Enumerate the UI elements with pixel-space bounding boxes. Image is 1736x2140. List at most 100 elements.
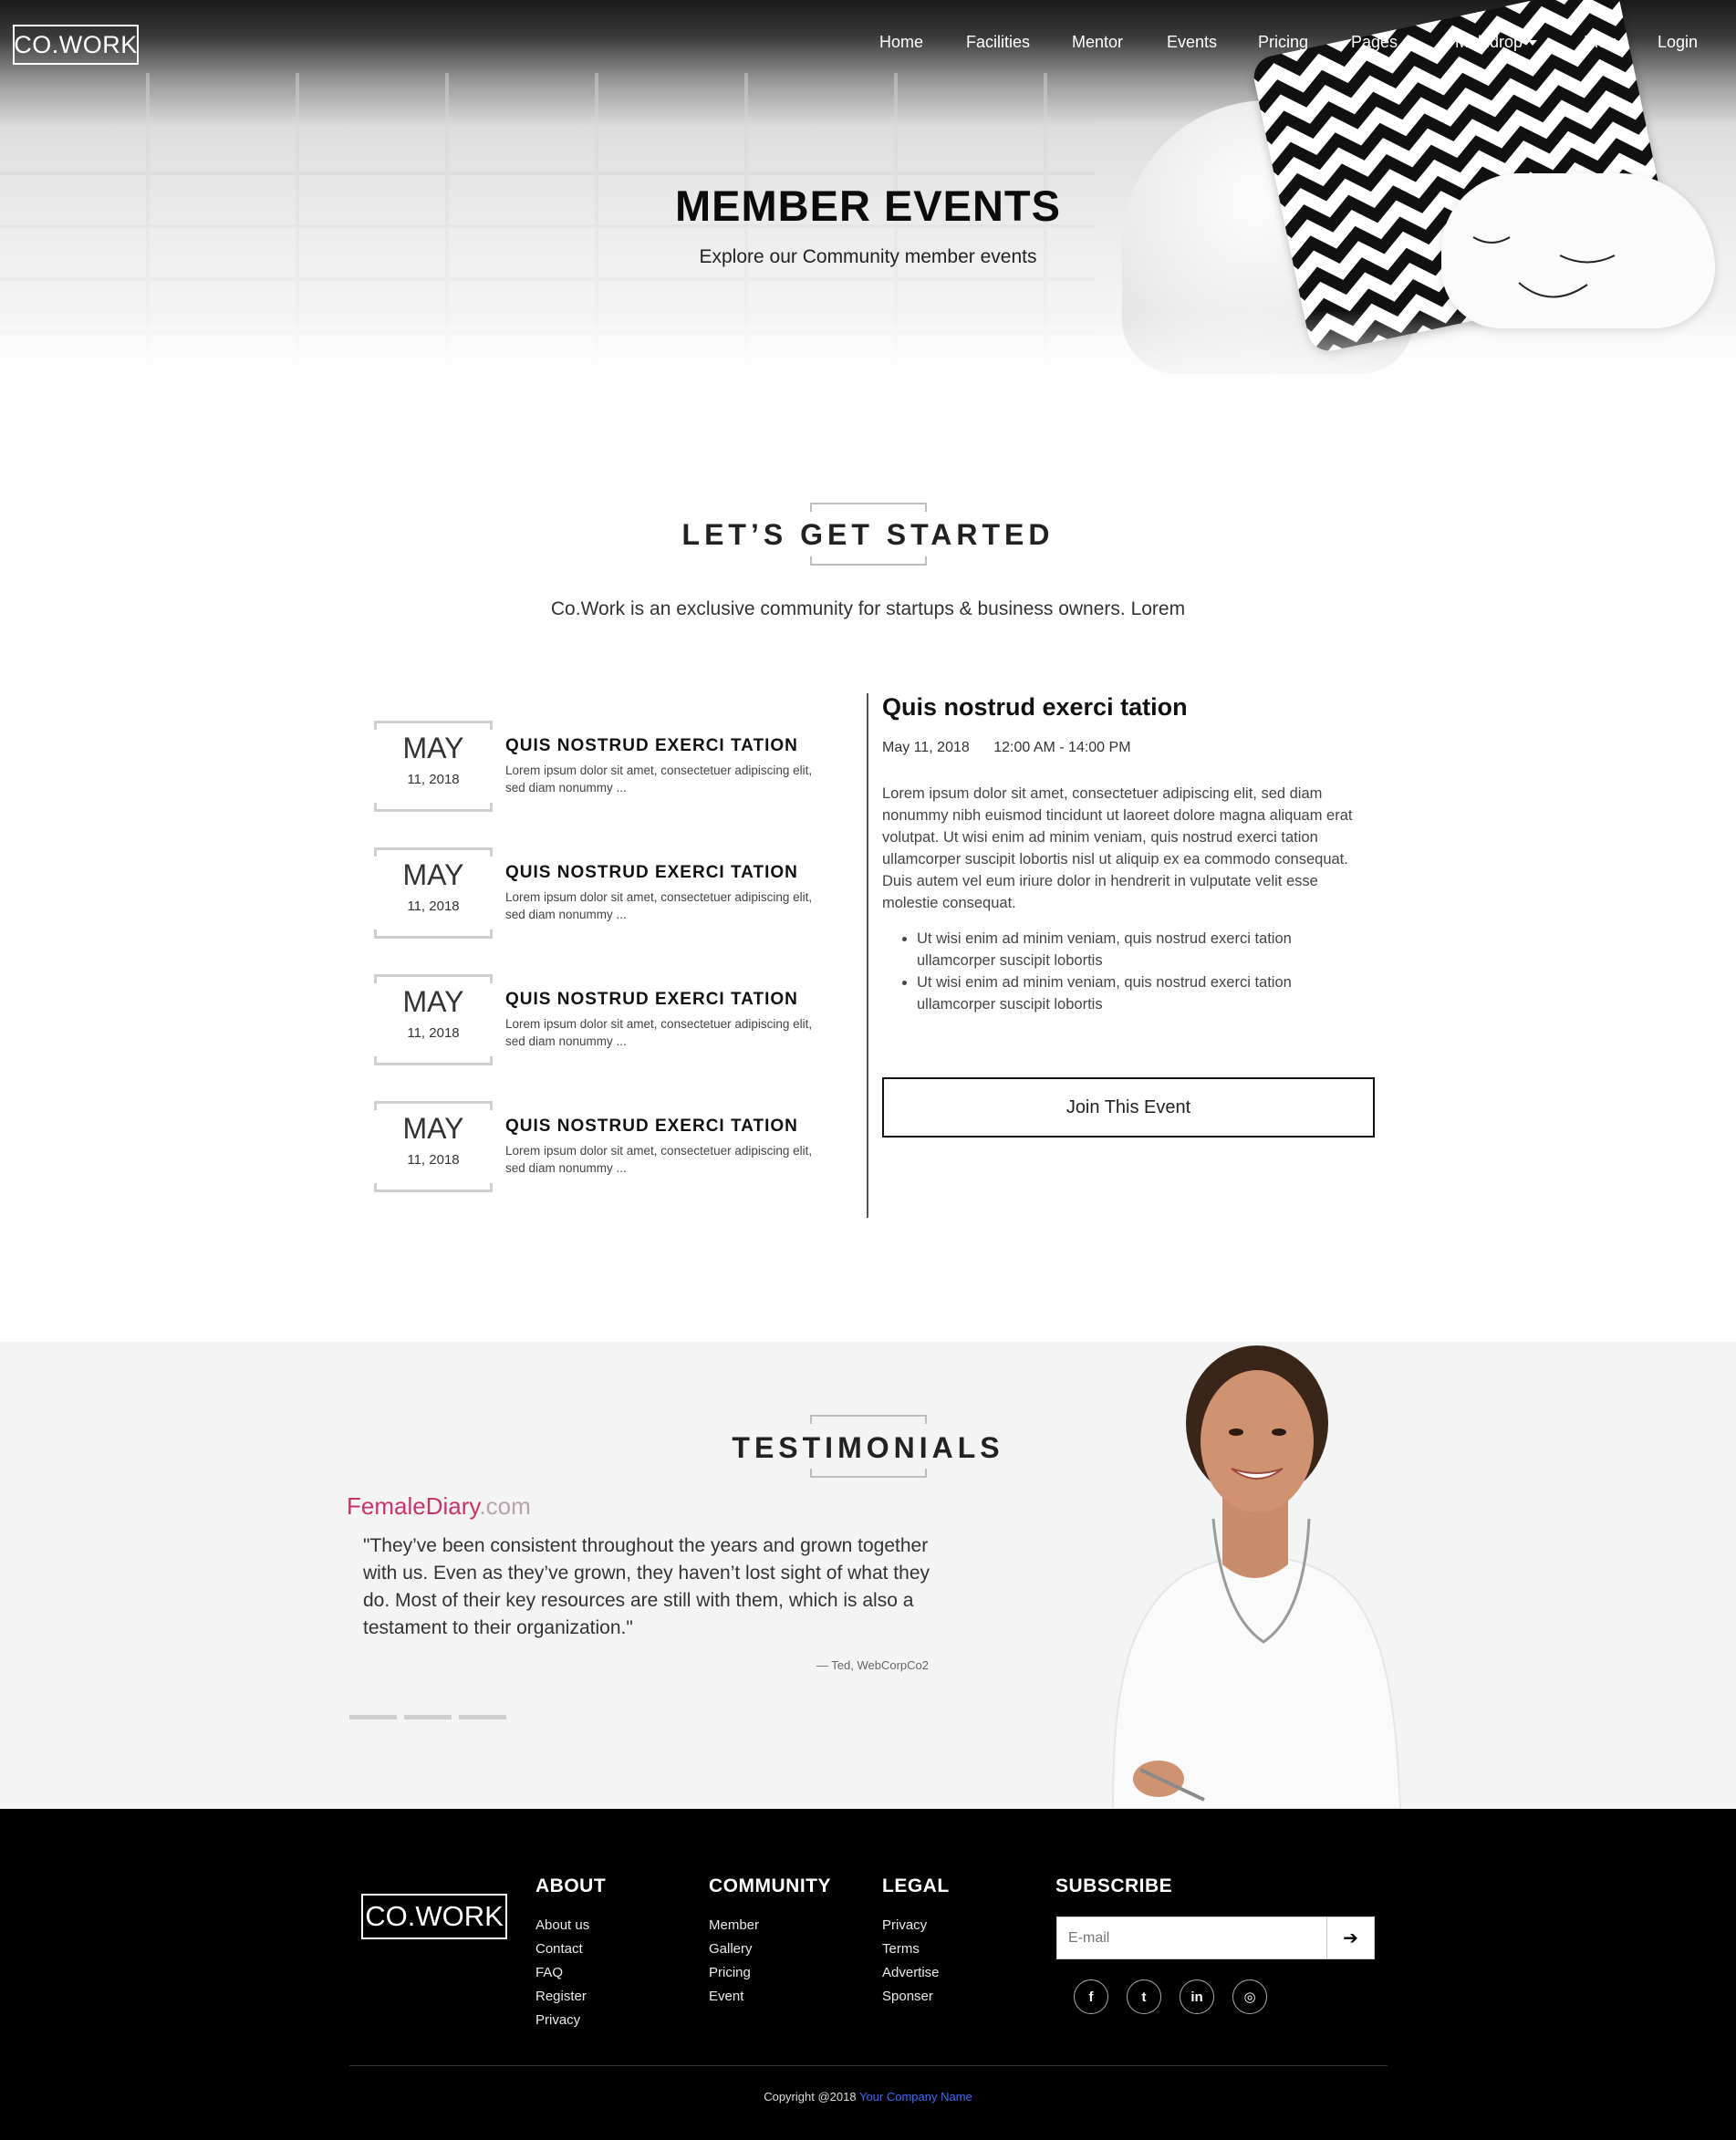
event-excerpt: Lorem ipsum dolor sit amet, consectetuer… <box>505 1017 813 1048</box>
footer-heading: SUBSCRIBE <box>1055 1875 1173 1896</box>
hero-section: CO.WORK Home Facilities Mentor Events Pr… <box>0 0 1736 397</box>
event-title[interactable]: QUIS NOSTRUD EXERCI TATION <box>505 990 798 1010</box>
caret-down-icon <box>1403 40 1413 47</box>
caret-down-icon <box>1528 40 1538 47</box>
event-title[interactable]: QUIS NOSTRUD EXERCI TATION <box>505 863 798 883</box>
female-diary-logo: FemaleDiary.com <box>347 1492 531 1521</box>
event-detail-bullets: Ut wisi enim ad minim veniam, quis nostr… <box>917 928 1318 1015</box>
event-item[interactable]: MAY 11, 2018 QUIS NOSTRUD EXERCI TATION … <box>374 847 830 939</box>
event-detail-meta: May 11, 2018 12:00 AM - 14:00 PM <box>882 740 1131 756</box>
event-day: 11, 2018 <box>407 1152 460 1168</box>
nav-item-blog[interactable]: Blog <box>1584 33 1616 52</box>
event-day: 11, 2018 <box>407 1025 460 1041</box>
event-excerpt: Lorem ipsum dolor sit amet, consectetuer… <box>505 1144 813 1175</box>
event-excerpt: Lorem ipsum dolor sit amet, consectetuer… <box>505 890 813 921</box>
nav-item-pricing[interactable]: Pricing <box>1258 33 1308 52</box>
testimonial-author: — Ted, WebCorpCo2 <box>816 1658 929 1672</box>
nav-item-facilities[interactable]: Facilities <box>966 33 1030 52</box>
title-bracket-bottom <box>810 1469 927 1478</box>
footer-legal-column: LEGAL Privacy Terms Advertise Sponser <box>882 1875 950 2009</box>
event-month: MAY <box>402 858 464 891</box>
nav-item-login[interactable]: Login <box>1658 33 1698 52</box>
date-bracket-top <box>374 847 493 857</box>
email-field[interactable] <box>1057 1917 1327 1958</box>
nav-item-pages-label: Pages <box>1351 33 1398 51</box>
join-event-button[interactable]: Join This Event <box>882 1077 1375 1138</box>
testimonial-quote: "They’ve been consistent throughout the … <box>363 1535 930 1638</box>
subscribe-button[interactable]: ➔ <box>1326 1917 1374 1958</box>
brand-name: FemaleDiary <box>347 1492 480 1520</box>
date-bracket-bottom <box>374 803 493 812</box>
vertical-divider <box>867 693 868 1218</box>
footer-link-event[interactable]: Event <box>709 1985 831 2009</box>
event-title[interactable]: QUIS NOSTRUD EXERCI TATION <box>505 1117 798 1137</box>
event-item[interactable]: MAY 11, 2018 QUIS NOSTRUD EXERCI TATION … <box>374 974 830 1065</box>
date-bracket-bottom <box>374 930 493 939</box>
event-date-box: MAY 11, 2018 <box>374 974 493 1065</box>
event-date-box: MAY 11, 2018 <box>374 1101 493 1192</box>
footer-link-sponser[interactable]: Sponser <box>882 1985 950 2009</box>
hero-title: MEMBER EVENTS <box>675 182 1061 230</box>
carousel-dot[interactable] <box>349 1715 397 1719</box>
nav-item-mentor[interactable]: Mentor <box>1072 33 1123 52</box>
event-detail-time: 12:00 AM - 14:00 PM <box>993 740 1131 755</box>
footer-link-contact[interactable]: Contact <box>535 1937 606 1961</box>
section-title: LET’S GET STARTED <box>681 518 1055 551</box>
section-lead: Co.Work is an exclusive community for st… <box>550 598 1186 619</box>
event-title[interactable]: QUIS NOSTRUD EXERCI TATION <box>505 736 798 756</box>
event-month: MAY <box>402 1112 464 1145</box>
testimonials-title: TESTIMONIALS <box>732 1431 1004 1464</box>
carousel-dot[interactable] <box>404 1715 452 1719</box>
nav-item-home[interactable]: Home <box>879 33 923 52</box>
footer-link-advertise[interactable]: Advertise <box>882 1961 950 1985</box>
brand-logo[interactable]: CO.WORK <box>13 25 139 65</box>
event-detail-bullet: Ut wisi enim ad minim veniam, quis nostr… <box>917 971 1318 1015</box>
footer-link-member[interactable]: Member <box>709 1914 831 1937</box>
title-bracket-bottom <box>810 556 927 566</box>
event-detail-title: Quis nostrud exerci tation <box>882 693 1188 721</box>
footer-heading: COMMUNITY <box>709 1875 831 1896</box>
event-detail-date: May 11, 2018 <box>882 740 970 755</box>
instagram-icon[interactable]: ◎ <box>1232 1979 1267 2014</box>
footer-link-gallery[interactable]: Gallery <box>709 1937 831 1961</box>
linkedin-icon[interactable]: in <box>1180 1979 1214 2014</box>
event-month: MAY <box>402 985 464 1018</box>
twitter-icon[interactable]: t <box>1127 1979 1161 2014</box>
event-detail-bullet: Ut wisi enim ad minim veniam, quis nostr… <box>917 928 1318 971</box>
footer-link-about-us[interactable]: About us <box>535 1914 606 1937</box>
nav-item-multidrop-label: Multidrop <box>1455 33 1523 51</box>
event-month: MAY <box>402 732 464 764</box>
event-detail-body: Lorem ipsum dolor sit amet, consectetuer… <box>882 785 1353 911</box>
hero-subtitle: Explore our Community member events <box>699 246 1037 267</box>
event-date-box: MAY 11, 2018 <box>374 847 493 939</box>
brand-domain: .com <box>479 1492 531 1520</box>
copyright-text: Copyright @2018 <box>764 2090 857 2104</box>
event-day: 11, 2018 <box>407 899 460 914</box>
nav-item-pages[interactable]: Pages <box>1351 33 1413 52</box>
date-bracket-bottom <box>374 1056 493 1065</box>
testimonial-person-photo <box>1111 1345 1402 1809</box>
carousel-indicators <box>349 1708 514 1724</box>
footer-link-privacy[interactable]: Privacy <box>882 1914 950 1937</box>
footer-link-privacy[interactable]: Privacy <box>535 2009 606 2032</box>
event-item[interactable]: MAY 11, 2018 QUIS NOSTRUD EXERCI TATION … <box>374 1101 830 1192</box>
footer-link-faq[interactable]: FAQ <box>535 1961 606 1985</box>
date-bracket-bottom <box>374 1183 493 1192</box>
facebook-icon[interactable]: f <box>1074 1979 1108 2014</box>
footer-logo[interactable]: CO.WORK <box>361 1894 507 1939</box>
event-item[interactable]: MAY 11, 2018 QUIS NOSTRUD EXERCI TATION … <box>374 721 830 812</box>
footer-community-column: COMMUNITY Member Gallery Pricing Event <box>709 1875 831 2009</box>
top-navigation: CO.WORK Home Facilities Mentor Events Pr… <box>0 0 1736 87</box>
footer-link-pricing[interactable]: Pricing <box>709 1961 831 1985</box>
hero-fade <box>0 310 1736 397</box>
company-link[interactable]: Your Company Name <box>859 2090 972 2104</box>
arrow-right-icon: ➔ <box>1343 1928 1358 1948</box>
footer-subscribe-column: SUBSCRIBE <box>1055 1875 1172 1914</box>
carousel-dot[interactable] <box>459 1715 506 1719</box>
footer-heading: LEGAL <box>882 1875 950 1896</box>
footer-link-terms[interactable]: Terms <box>882 1937 950 1961</box>
footer-link-register[interactable]: Register <box>535 1985 606 2009</box>
nav-item-events[interactable]: Events <box>1167 33 1217 52</box>
title-bracket-top <box>810 503 927 512</box>
nav-item-multidrop[interactable]: Multidrop <box>1455 33 1538 52</box>
